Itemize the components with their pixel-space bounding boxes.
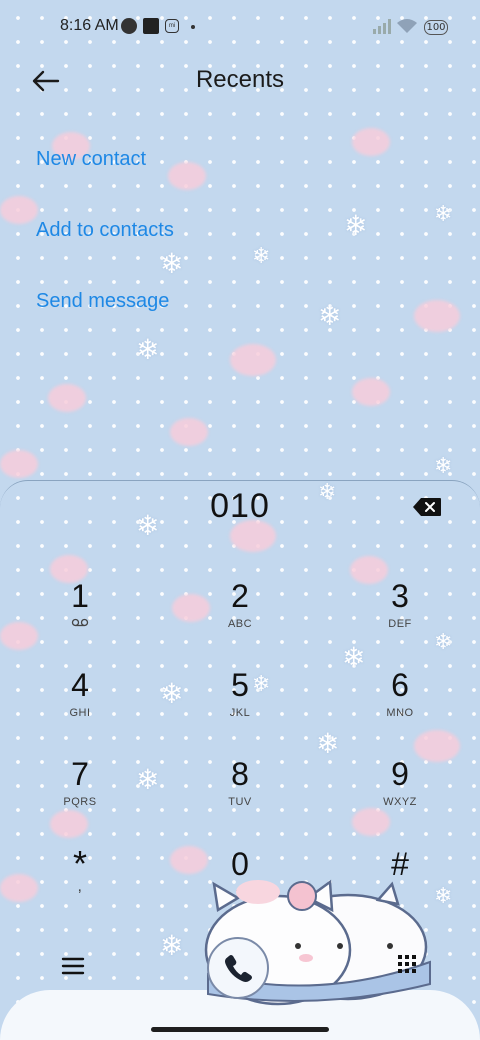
key-digit: 7 [71, 756, 89, 792]
signal-icon [373, 19, 391, 34]
key-letters: JKL [229, 707, 251, 719]
key-star[interactable]: * , [20, 846, 140, 918]
key-digit: * [72, 843, 87, 884]
square-notification-icon [143, 18, 159, 34]
status-bar: 8:16 AM mi 100 [0, 0, 480, 56]
wifi-icon [397, 19, 417, 33]
phone-icon [225, 955, 252, 982]
key-4[interactable]: 4 GHI [20, 667, 140, 739]
dialed-number[interactable]: 010 [0, 487, 480, 526]
mi-icon: mi [165, 19, 179, 33]
battery-icon: 100 [424, 20, 448, 35]
key-6[interactable]: 6 MNO [340, 667, 460, 739]
key-letters: DEF [388, 618, 412, 630]
send-message-link[interactable]: Send message [36, 290, 169, 313]
key-digit: 4 [71, 667, 89, 703]
key-digit: 1 [71, 578, 89, 614]
key-letters: ABC [227, 618, 253, 630]
key-digit: 6 [391, 667, 409, 703]
menu-icon[interactable] [60, 955, 86, 977]
key-3[interactable]: 3 DEF [340, 578, 460, 650]
key-1[interactable]: 1 [20, 578, 140, 650]
key-letters: MNO [386, 707, 414, 719]
key-digit: 9 [391, 756, 409, 792]
notification-circle-icon [121, 18, 137, 34]
key-2[interactable]: 2 ABC [180, 578, 300, 650]
dialpad-icon[interactable] [396, 953, 418, 975]
call-button[interactable] [207, 937, 269, 999]
key-letters: TUV [228, 796, 252, 808]
key-letters: , [77, 878, 83, 895]
voicemail-icon [71, 618, 89, 627]
key-letters: PQRS [63, 796, 97, 808]
key-letters: WXYZ [383, 796, 417, 808]
key-digit: 5 [231, 667, 249, 703]
home-indicator[interactable] [151, 1027, 329, 1032]
status-time: 8:16 AM [60, 17, 119, 34]
key-7[interactable]: 7 PQRS [20, 756, 140, 828]
new-contact-link[interactable]: New contact [36, 148, 146, 171]
key-8[interactable]: 8 TUV [180, 756, 300, 828]
key-digit: 8 [231, 756, 249, 792]
key-9[interactable]: 9 WXYZ [340, 756, 460, 828]
add-to-contacts-link[interactable]: Add to contacts [36, 219, 174, 242]
dot-icon [191, 25, 195, 29]
backspace-icon[interactable] [412, 497, 442, 517]
key-5[interactable]: 5 JKL [180, 667, 300, 739]
key-letters: GHI [69, 707, 91, 719]
key-digit: 3 [391, 578, 409, 614]
key-digit: 2 [231, 578, 249, 614]
page-title: Recents [195, 66, 285, 93]
